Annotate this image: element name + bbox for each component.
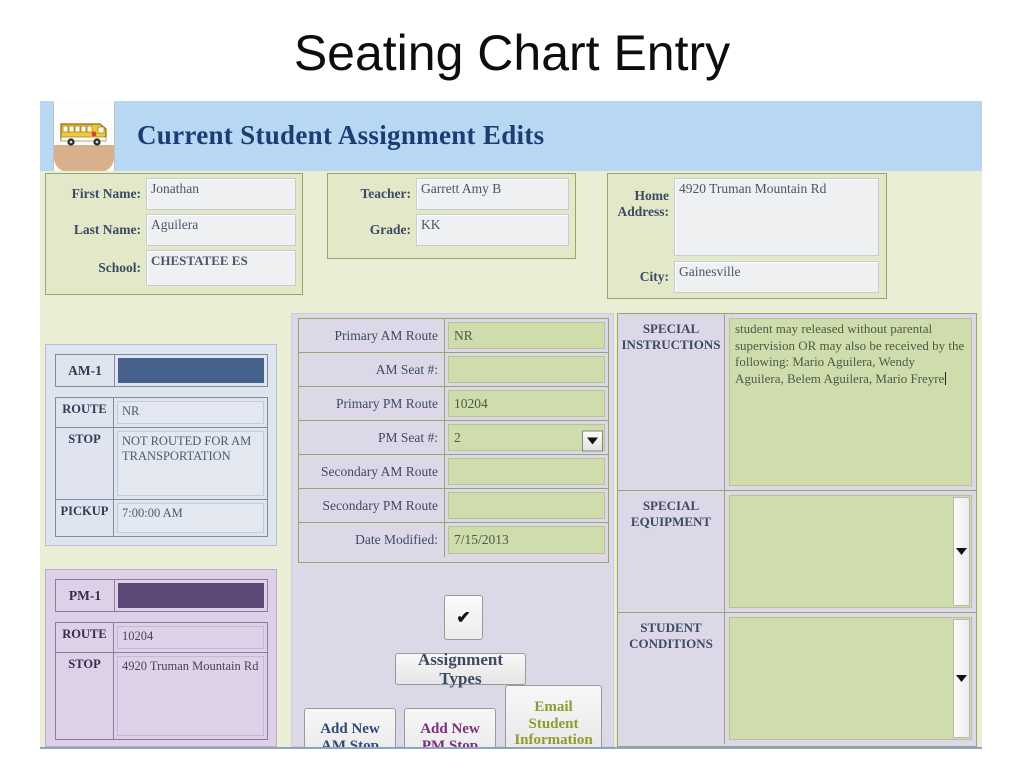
field-row-first-name: First Name: Jonathan [49, 178, 299, 210]
teacher-label: Teacher: [360, 186, 412, 201]
am-assignment-card: AM-1 ROUTE NR STOP NOT ROUTED FOR AM TRA… [45, 344, 277, 546]
am-tag-label: AM-1 [56, 355, 115, 386]
am-color-bar [118, 358, 264, 383]
city-label: City: [639, 269, 669, 284]
row-secondary-pm-route: Secondary PM Route [299, 430, 608, 523]
pm-stop-row: STOP 4920 Truman Mountain Rd [56, 652, 267, 739]
pm-route-value[interactable]: 10204 [117, 626, 264, 649]
special-instructions-textarea[interactable]: student may released without parental su… [729, 318, 972, 486]
am-pickup-value[interactable]: 7:00:00 AM [117, 503, 264, 533]
student-info-group: First Name: Jonathan Last Name: Aguilera… [45, 173, 303, 295]
pm-assignment-card: PM-1 ROUTE 10204 STOP 4920 Truman Mounta… [45, 569, 277, 747]
pm-color-bar [118, 583, 264, 608]
school-bus-icon [53, 101, 115, 173]
field-row-city: City: Gainesville [611, 261, 883, 293]
secondary-pm-route-chevron-down-icon[interactable] [582, 430, 603, 451]
date-modified-label: Date Modified: [299, 523, 445, 557]
special-equipment-row: SPECIAL EQUIPMENT [618, 491, 976, 613]
field-row-last-name: Last Name: Aguilera [49, 214, 299, 246]
pm-details-table: ROUTE 10204 STOP 4920 Truman Mountain Rd [55, 622, 268, 740]
text-caret [945, 371, 947, 385]
student-conditions-label: STUDENT CONDITIONS [618, 613, 725, 744]
am-stop-value[interactable]: NOT ROUTED FOR AM TRANSPORTATION [117, 431, 264, 496]
am-route-row: ROUTE NR [56, 398, 267, 428]
pm-tag-label: PM-1 [56, 580, 115, 611]
notes-panel: SPECIAL INSTRUCTIONS student may release… [617, 313, 977, 747]
special-equipment-scrollbar[interactable] [953, 497, 970, 606]
school-bus-glyph [60, 123, 107, 146]
teacher-field[interactable]: Garrett Amy B [416, 178, 569, 210]
primary-am-route-field[interactable]: NR [448, 322, 605, 349]
pm-stop-value[interactable]: 4920 Truman Mountain Rd [117, 655, 264, 736]
first-name-label: First Name: [71, 186, 141, 201]
am-seat-label: AM Seat #: [299, 353, 445, 386]
grade-field[interactable]: KK [416, 214, 569, 246]
primary-pm-route-field[interactable]: 10204 [448, 390, 605, 417]
am-pickup-key: PICKUP [56, 500, 114, 536]
pm-route-row: ROUTE 10204 [56, 623, 267, 653]
class-info-group: Teacher: Garrett Amy B Grade: KK [327, 173, 576, 259]
address-info-group: Home Address: 4920 Truman Mountain Rd Ci… [607, 173, 887, 299]
primary-am-route-label: Primary AM Route [299, 319, 445, 352]
school-label: School: [98, 260, 141, 275]
secondary-pm-route-label: Secondary PM Route [299, 489, 445, 522]
email-student-information-button[interactable]: Email Student Information [505, 685, 602, 747]
special-equipment-label: SPECIAL EQUIPMENT [618, 491, 725, 612]
student-conditions-textarea[interactable] [729, 617, 972, 740]
am-details-table: ROUTE NR STOP NOT ROUTED FOR AM TRANSPOR… [55, 397, 268, 537]
field-row-school: School: CHESTATEE ES [49, 250, 299, 286]
am-pickup-row: PICKUP 7:00:00 AM [56, 500, 267, 536]
am-seat-field[interactable] [448, 356, 605, 383]
grade-label: Grade: [369, 222, 411, 237]
home-address-label: Home Address: [617, 188, 669, 219]
pm-header-strip: PM-1 [55, 579, 268, 612]
row-am-seat: AM Seat #: [299, 353, 608, 387]
assignment-types-button[interactable]: Assignment Types [395, 650, 526, 688]
app-title: Current Student Assignment Edits [137, 120, 545, 150]
am-route-key: ROUTE [56, 398, 114, 427]
field-row-home-address: Home Address: 4920 Truman Mountain Rd [611, 178, 883, 258]
last-name-field[interactable]: Aguilera [146, 214, 296, 246]
school-field[interactable]: CHESTATEE ES [146, 250, 296, 286]
secondary-am-route-label: Secondary AM Route [299, 455, 445, 488]
primary-pm-route-label: Primary PM Route [299, 387, 445, 420]
scroll-down-icon [956, 548, 967, 555]
am-stop-row: STOP NOT ROUTED FOR AM TRANSPORTATION [56, 428, 267, 500]
home-address-field[interactable]: 4920 Truman Mountain Rd [674, 178, 879, 256]
last-name-label: Last Name: [73, 222, 141, 237]
special-instructions-label: SPECIAL INSTRUCTIONS [618, 314, 725, 490]
special-instructions-row: SPECIAL INSTRUCTIONS student may release… [618, 314, 976, 491]
row-pm-seat: PM Seat #: 2 [299, 421, 608, 455]
pm-stop-key: STOP [56, 652, 114, 739]
page-title: Seating Chart Entry [293, 25, 731, 81]
am-route-value[interactable]: NR [117, 401, 264, 424]
confirm-checkmark-button[interactable]: ✔ [444, 595, 483, 640]
student-conditions-row: STUDENT CONDITIONS [618, 613, 976, 744]
am-stop-key: STOP [56, 428, 114, 499]
student-conditions-scrollbar[interactable] [953, 619, 970, 738]
city-field[interactable]: Gainesville [674, 261, 879, 293]
special-equipment-textarea[interactable] [729, 495, 972, 608]
field-row-grade: Grade: KK [331, 214, 572, 246]
slide-canvas: Seating Chart Entry Current Student Assi… [0, 0, 1024, 768]
pm-seat-label: PM Seat #: [299, 421, 445, 454]
secondary-pm-route-field[interactable] [448, 492, 605, 519]
application-screenshot: Current Student Assignment Edits First N… [40, 101, 982, 749]
route-fields-table: Primary AM Route NR AM Seat #: Primary P… [298, 318, 609, 563]
field-row-teacher: Teacher: Garrett Amy B [331, 178, 572, 210]
row-primary-am-route: Primary AM Route NR [299, 319, 608, 451]
app-header-banner: Current Student Assignment Edits [40, 101, 982, 173]
add-new-pm-stop-button[interactable]: Add New PM Stop [404, 708, 496, 747]
row-secondary-am-route: Secondary AM Route [299, 430, 608, 489]
row-primary-pm-route: Primary PM Route 10204 [299, 387, 608, 451]
assignment-edit-panel: Primary AM Route NR AM Seat #: Primary P… [291, 313, 614, 747]
date-modified-field[interactable]: 7/15/2013 [448, 526, 605, 554]
am-header-strip: AM-1 [55, 354, 268, 387]
scroll-down-icon [956, 675, 967, 682]
row-date-modified: Date Modified: 7/15/2013 [299, 523, 608, 557]
first-name-field[interactable]: Jonathan [146, 178, 296, 210]
secondary-am-route-field[interactable] [448, 458, 605, 485]
add-new-am-stop-button[interactable]: Add New AM Stop [304, 708, 396, 747]
pm-route-key: ROUTE [56, 623, 114, 652]
